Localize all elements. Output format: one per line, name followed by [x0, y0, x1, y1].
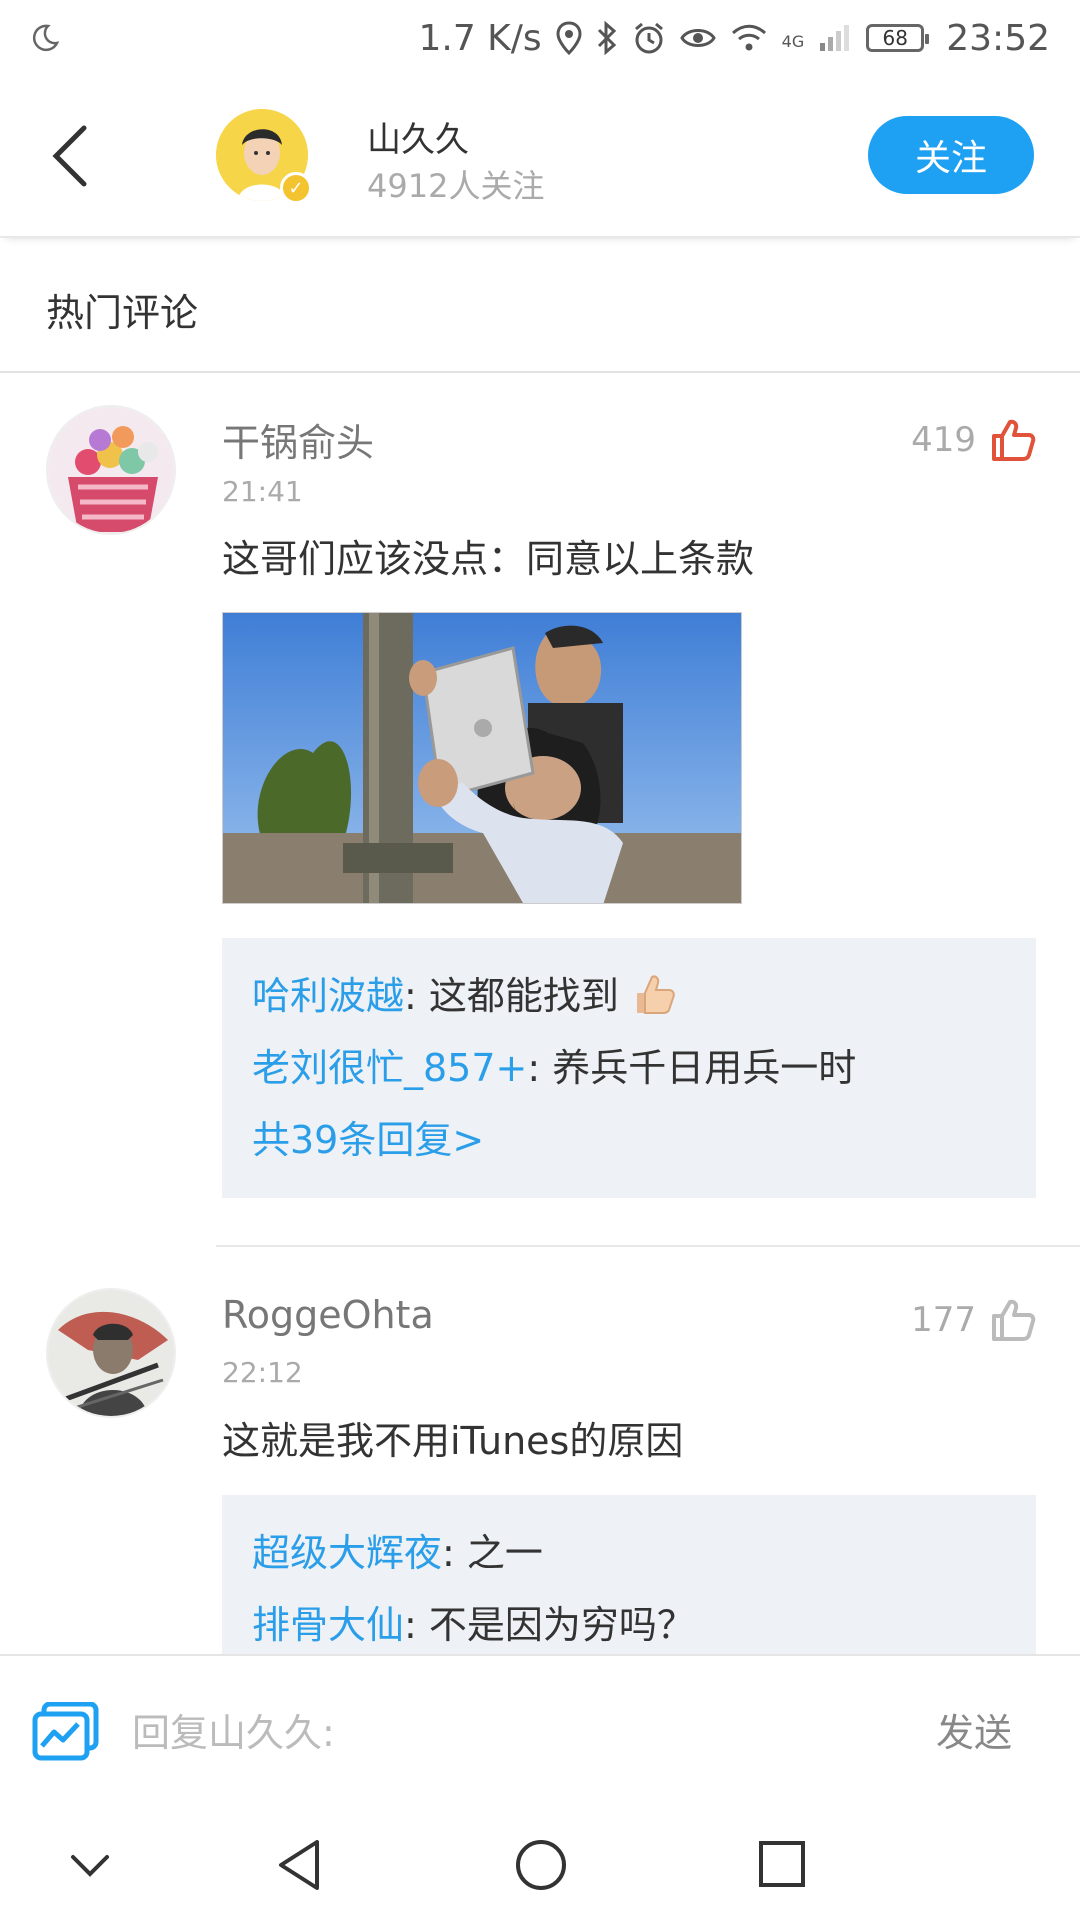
reply-item: 共39条回复> [252, 1104, 1006, 1176]
nav-back-button[interactable] [276, 1838, 322, 1896]
battery-level: 68 [882, 26, 908, 50]
reply-item: 超级大辉夜: 之一 [252, 1517, 1006, 1589]
comment-image[interactable] [222, 612, 742, 904]
reply-preview-box[interactable]: 哈利波越: 这都能找到 老刘很忙_857+: 养兵千日用兵一时 共39条回复> [222, 938, 1036, 1198]
reply-user[interactable]: 超级大辉夜 [252, 1531, 442, 1575]
network-speed: 1.7 K/s [418, 17, 542, 59]
photo-man-with-tablet [223, 613, 741, 903]
commenter-name[interactable]: 干锅俞头 [222, 412, 374, 467]
verified-badge-icon: ✓ [280, 172, 312, 204]
thumbs-up-icon [992, 1299, 1036, 1341]
circle-home-icon [516, 1840, 566, 1890]
like-button[interactable]: 419 [911, 418, 1036, 462]
reply-item: 哈利波越: 这都能找到 [252, 960, 1006, 1032]
moon-icon [32, 24, 60, 52]
bluetooth-icon [597, 21, 616, 55]
commenter-avatar[interactable] [46, 1288, 176, 1418]
image-picker-icon[interactable] [32, 1701, 100, 1762]
commenter-name[interactable]: RoggeOhta [222, 1293, 434, 1337]
avatar-warrior-image [48, 1290, 174, 1416]
reply-input-bar: 发送 [0, 1654, 1080, 1814]
author-name[interactable]: 山久久 [367, 112, 469, 161]
comment-text: 这就是我不用iTunes的原因 [222, 1419, 684, 1463]
follower-count: 4912人关注 [367, 167, 545, 205]
reply-text: : 这都能找到 [404, 974, 619, 1018]
thumbs-up-icon [992, 419, 1036, 461]
reply-input[interactable] [130, 1698, 890, 1768]
reply-text: : 不是因为穷吗？ [404, 1603, 695, 1647]
square-recents-icon [759, 1841, 805, 1887]
back-button[interactable] [40, 121, 100, 191]
chevron-left-icon [52, 125, 87, 187]
location-icon [556, 21, 582, 55]
commenter-avatar[interactable] [46, 405, 176, 535]
thumbs-up-emoji-icon [637, 975, 675, 1014]
reply-user[interactable]: 老刘很忙_857+ [252, 1046, 527, 1090]
section-divider [0, 371, 1080, 373]
send-button[interactable]: 发送 [936, 1702, 1012, 1757]
comment-text: 这哥们应该没点：同意以上条款 [222, 537, 755, 581]
reply-item: 排骨大仙: 不是因为穷吗？ [252, 1589, 1006, 1661]
clock: 23:52 [946, 17, 1050, 59]
nav-recents-button[interactable] [758, 1840, 806, 1892]
avatar-candy-image [48, 407, 174, 533]
reply-user[interactable]: 哈利波越 [252, 974, 404, 1018]
alarm-icon [634, 22, 663, 54]
chevron-down-icon [71, 1855, 109, 1877]
network-type: 4G [781, 31, 805, 51]
triangle-back-icon [279, 1840, 319, 1890]
battery-icon: 68 [866, 24, 930, 52]
like-button[interactable]: 177 [911, 1298, 1036, 1342]
reply-item: 老刘很忙_857+: 养兵千日用兵一时 [252, 1032, 1006, 1104]
comment-divider [216, 1245, 1080, 1247]
wifi-icon [731, 24, 766, 51]
view-all-replies-link[interactable]: 共39条回复> [252, 1118, 484, 1162]
signal-icon [820, 25, 850, 51]
like-count: 177 [911, 1300, 976, 1340]
reply-text: : 之一 [442, 1531, 543, 1575]
comment-time: 21:41 [222, 475, 303, 508]
article-header: ✓ 山久久 4912人关注 关注 [0, 76, 1080, 238]
system-nav-bar [0, 1814, 1080, 1920]
comment-time: 22:12 [222, 1356, 303, 1389]
follow-button[interactable]: 关注 [868, 116, 1034, 194]
status-bar: 1.7 K/s 4G 68 23:52 [0, 0, 1080, 76]
eye-icon [679, 29, 716, 47]
section-title: 热门评论 [46, 291, 199, 335]
like-count: 419 [911, 420, 976, 460]
reply-user[interactable]: 排骨大仙 [252, 1603, 404, 1647]
reply-text: : 养兵千日用兵一时 [527, 1046, 857, 1090]
nav-home-button[interactable] [514, 1838, 568, 1896]
collapse-nav-button[interactable] [70, 1854, 110, 1882]
